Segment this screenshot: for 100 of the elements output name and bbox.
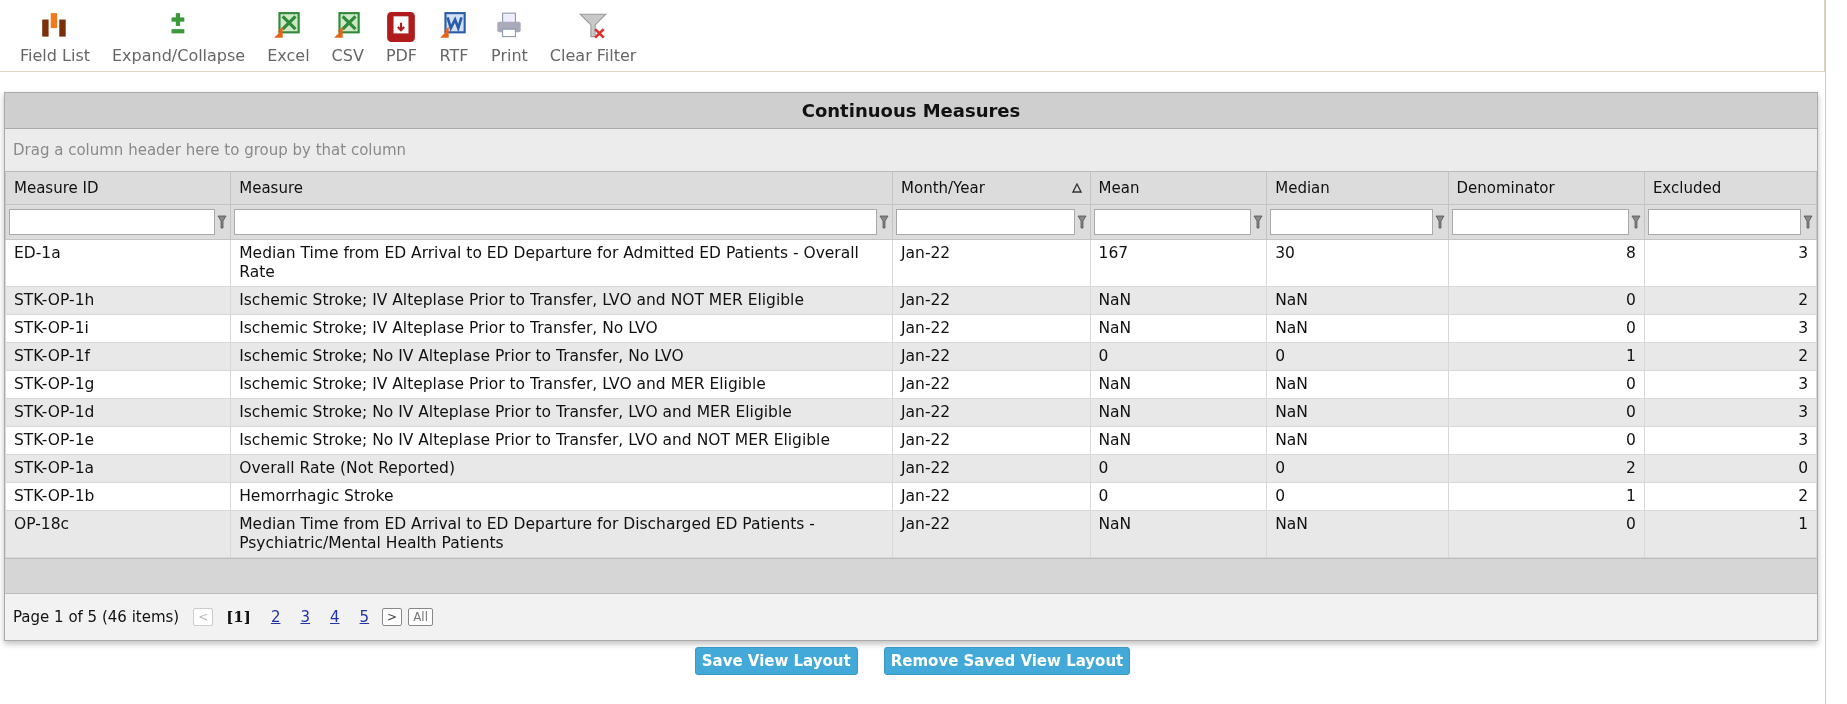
table-cell: STK-OP-1e: [5, 426, 231, 455]
table-cell: 3: [1644, 398, 1817, 427]
table-cell: STK-OP-1a: [5, 454, 231, 483]
show-all-button[interactable]: All: [408, 608, 434, 626]
filter-icon[interactable]: [1803, 215, 1813, 229]
table-cell: 2: [1644, 342, 1817, 371]
table-cell: NaN: [1266, 370, 1449, 399]
table-cell: ED-1a: [5, 239, 231, 287]
filter-field[interactable]: [234, 209, 877, 235]
table-cell: 1: [1448, 482, 1645, 511]
table-cell: 0: [1448, 286, 1645, 315]
toolbar-button[interactable]: RTF: [431, 11, 478, 65]
table-cell: Overall Rate (Not Reported): [230, 454, 893, 483]
table-cell: Median Time from ED Arrival to ED Departure for Admitted ED Patients - Overall Rate: [230, 239, 893, 287]
table-cell: Jan-22: [892, 370, 1090, 399]
table-cell: Hemorrhagic Stroke: [230, 482, 893, 511]
table-cell: Jan-22: [892, 454, 1090, 483]
table-cell: OP-18c: [5, 510, 231, 558]
grid-title: Continuous Measures: [5, 93, 1817, 129]
table-cell: Ischemic Stroke; No IV Alteplase Prior to Transfer, LVO and MER Eligible: [230, 398, 893, 427]
table-cell: Ischemic Stroke; IV Alteplase Prior to Transfer, LVO and MER Eligible: [230, 370, 893, 399]
page-link[interactable]: 5: [352, 608, 377, 626]
table-cell: NaN: [1090, 510, 1267, 558]
group-panel: Drag a column header here to group by that column: [5, 129, 1817, 172]
table-cell: Jan-22: [892, 239, 1090, 287]
table-cell: Ischemic Stroke; No IV Alteplase Prior to Transfer, LVO and NOT MER Eligible: [230, 426, 893, 455]
current-page[interactable]: [1]: [219, 608, 258, 626]
page-link[interactable]: 4: [323, 608, 347, 626]
table-cell: 3: [1644, 314, 1817, 343]
table-cell: 0: [1448, 510, 1645, 558]
filter-field[interactable]: [9, 209, 216, 235]
page-link[interactable]: 2: [263, 608, 288, 626]
table-cell: Jan-22: [892, 398, 1090, 427]
table-cell: 0: [1644, 454, 1817, 483]
table-cell: 0: [1448, 314, 1645, 343]
table-cell: 3: [1644, 426, 1817, 455]
table-cell: STK-OP-1f: [5, 342, 231, 371]
table-cell: NaN: [1266, 398, 1449, 427]
column-header[interactable]: Measure ID: [5, 172, 231, 205]
table-cell: STK-OP-1i: [5, 314, 231, 343]
pdf-icon: [386, 11, 417, 43]
table-cell: 167: [1090, 239, 1267, 287]
table-cell: NaN: [1266, 314, 1449, 343]
table-cell: Ischemic Stroke; IV Alteplase Prior to Transfer, No LVO: [230, 314, 893, 343]
toolbar-button[interactable]: Print: [483, 11, 536, 65]
table-cell: 2: [1644, 286, 1817, 315]
table-cell: NaN: [1090, 370, 1267, 399]
table-cell: 2: [1644, 482, 1817, 511]
filter-field[interactable]: [896, 209, 1075, 235]
table-cell: 0: [1448, 398, 1645, 427]
filter-field[interactable]: [1270, 209, 1433, 235]
toolbar-button[interactable]: PDF: [377, 11, 426, 65]
table-cell: STK-OP-1h: [5, 286, 231, 315]
table-cell: 1: [1644, 510, 1817, 558]
toolbar-button[interactable]: CSV: [323, 11, 372, 65]
column-header[interactable]: Denominator: [1448, 172, 1645, 205]
table-cell: Ischemic Stroke; No IV Alteplase Prior to Transfer, No LVO: [230, 342, 893, 371]
table-cell: 0: [1266, 342, 1449, 371]
table-cell: 0: [1266, 454, 1449, 483]
table-cell: STK-OP-1b: [5, 482, 231, 511]
table-cell: NaN: [1090, 286, 1267, 315]
table-cell: 0: [1090, 454, 1267, 483]
column-header[interactable]: Median: [1266, 172, 1449, 205]
table-cell: NaN: [1266, 510, 1449, 558]
toolbar-button[interactable]: Clear Filter: [541, 11, 645, 65]
page-link[interactable]: 3: [293, 608, 317, 626]
column-header[interactable]: Measure: [230, 172, 893, 205]
table-cell: Ischemic Stroke; IV Alteplase Prior to Transfer, LVO and NOT MER Eligible: [230, 286, 893, 315]
column-header[interactable]: Month/Year: [892, 172, 1090, 205]
toolbar-button[interactable]: Expand/Collapse: [104, 11, 254, 65]
filter-icon[interactable]: [879, 215, 889, 229]
table-cell: Jan-22: [892, 426, 1090, 455]
table-cell: 0: [1266, 482, 1449, 511]
table-cell: NaN: [1266, 286, 1449, 315]
toolbar-button[interactable]: Field List: [12, 11, 98, 65]
table-cell: 0: [1448, 426, 1645, 455]
table-cell: 1: [1448, 342, 1645, 371]
page-summary: Page 1 of 5 (46 items): [13, 608, 180, 626]
table-cell: 3: [1644, 370, 1817, 399]
table-cell: Jan-22: [892, 286, 1090, 315]
table-cell: NaN: [1090, 426, 1267, 455]
table-cell: NaN: [1090, 398, 1267, 427]
next-page-button[interactable]: >: [382, 608, 403, 626]
table-cell: Jan-22: [892, 482, 1090, 511]
table-cell: 30: [1266, 239, 1449, 287]
table-cell: 8: [1448, 239, 1645, 287]
toolbar-button[interactable]: Excel: [259, 11, 318, 65]
filter-field[interactable]: [1093, 209, 1252, 235]
table-cell: NaN: [1266, 426, 1449, 455]
table-cell: Jan-22: [892, 342, 1090, 371]
filter-field[interactable]: [1451, 209, 1629, 235]
table-cell: 3: [1644, 239, 1817, 287]
column-header[interactable]: Mean: [1090, 172, 1267, 205]
filter-field[interactable]: [1647, 209, 1801, 235]
table-cell: STK-OP-1g: [5, 370, 231, 399]
table-cell: 2: [1448, 454, 1645, 483]
table-cell: Jan-22: [892, 314, 1090, 343]
column-header[interactable]: Excluded: [1644, 172, 1817, 205]
table-cell: 0: [1090, 342, 1267, 371]
table-cell: 0: [1090, 482, 1267, 511]
